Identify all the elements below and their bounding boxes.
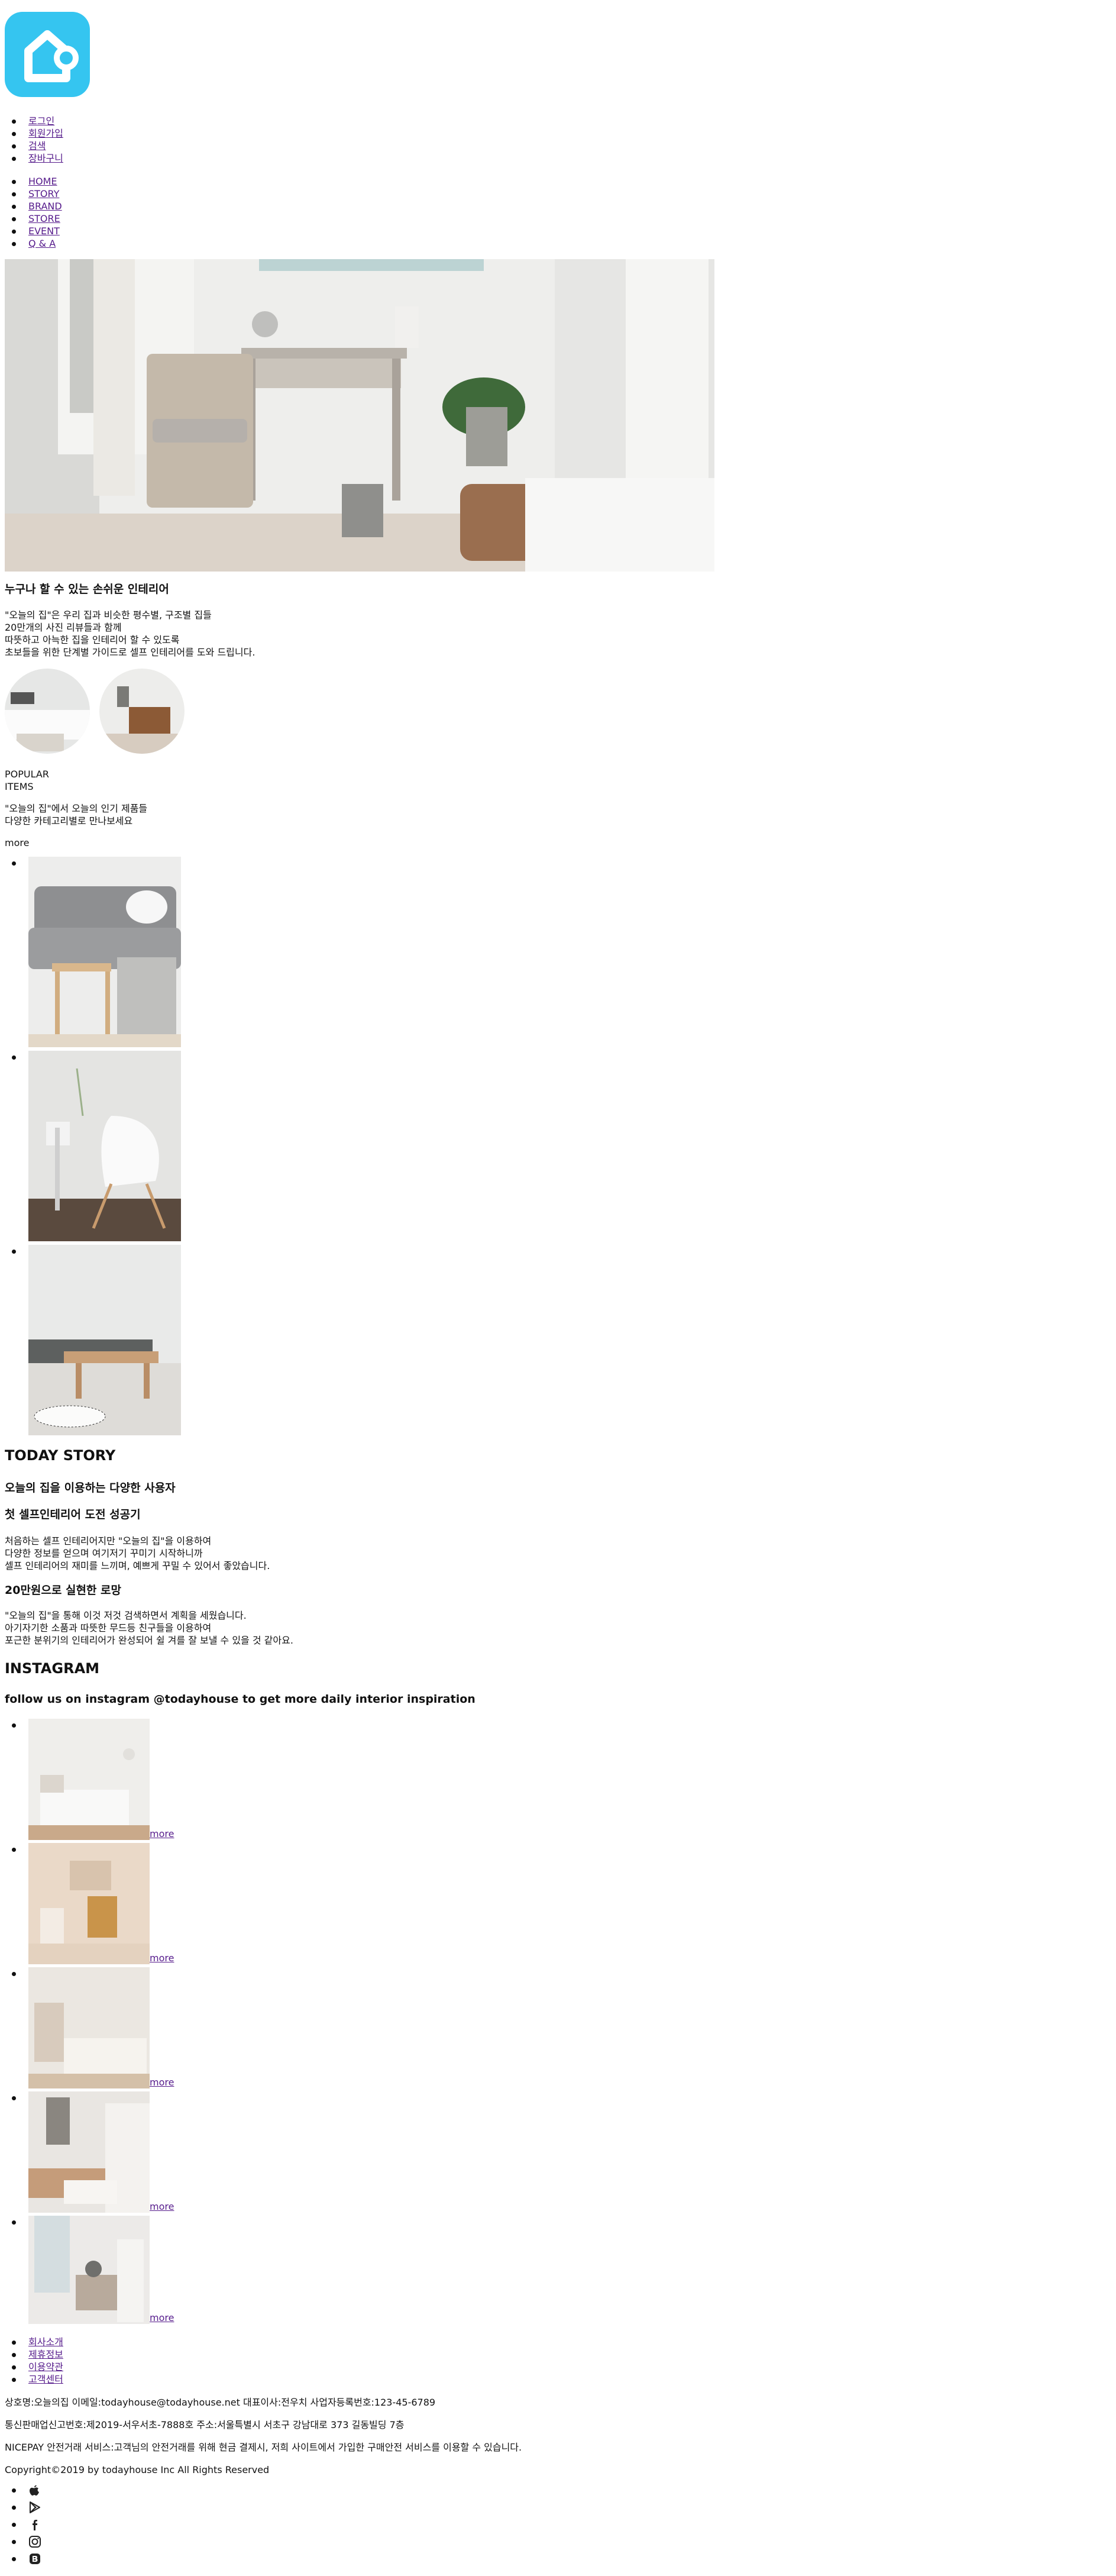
footer-link-item[interactable]: 회사소개: [12, 2336, 63, 2348]
search-link[interactable]: 검색: [28, 140, 46, 151]
story-heading: TODAY STORY: [5, 1447, 116, 1464]
post-line: 처음하는 셀프 인테리어지만 "오늘의 집"을 이용하여: [5, 1535, 212, 1547]
post-line: 포근한 분위기의 인테리어가 완성되어 쉴 겨를 잘 보낼 수 있을 것 같아요…: [5, 1635, 293, 1646]
post-title: 첫 셀프인테리어 도전 성공기: [5, 1508, 141, 1521]
apple-icon[interactable]: [28, 2484, 41, 2497]
post-line: 다양한 정보를 얻으며 여기저기 꾸미기 시작하니까: [5, 1548, 203, 1559]
top-link-login[interactable]: 로그인: [12, 115, 63, 127]
list-item[interactable]: more: [11, 1967, 174, 2091]
social-item[interactable]: [12, 2535, 41, 2552]
terms-link[interactable]: 이용약관: [28, 2361, 63, 2372]
product-image[interactable]: [28, 1051, 181, 1241]
nav-item-event[interactable]: EVENT: [12, 225, 62, 237]
popular-more[interactable]: more: [5, 837, 29, 849]
popular-label-line: ITEMS: [5, 781, 34, 792]
popular-label: POPULAR ITEMS: [5, 768, 49, 793]
post-line: 아기자기한 소품과 따뜻한 무드등 친구들을 이용하여: [5, 1622, 212, 1634]
intro-description: "오늘의 집"은 우리 집과 비슷한 평수별, 구조별 집들 20만개의 사진 …: [5, 609, 255, 658]
support-link[interactable]: 고객센터: [28, 2374, 63, 2385]
instagram-photo[interactable]: [28, 1719, 150, 1840]
nav-home[interactable]: HOME: [28, 176, 57, 187]
top-links: 로그인 회원가입 검색 장바구니: [12, 115, 63, 164]
instagram-photo[interactable]: [28, 1843, 150, 1964]
login-link[interactable]: 로그인: [28, 115, 54, 127]
nav-item-story[interactable]: STORY: [12, 188, 62, 200]
list-item[interactable]: more: [11, 2091, 174, 2216]
social-item[interactable]: [12, 2518, 41, 2535]
post-body: 처음하는 셀프 인테리어지만 "오늘의 집"을 이용하여 다양한 정보를 얻으며…: [5, 1535, 270, 1572]
list-item[interactable]: more: [11, 2216, 174, 2325]
nav-brand[interactable]: BRAND: [28, 201, 62, 212]
popular-label-line: POPULAR: [5, 769, 49, 780]
blog-icon[interactable]: [28, 2552, 41, 2565]
intro-line: "오늘의 집"은 우리 집과 비슷한 평수별, 구조별 집들: [5, 609, 212, 621]
popular-desc-line: 다양한 카테고리별로 만나보세요: [5, 815, 133, 827]
social-icons: [12, 2484, 41, 2569]
intro-title: 누구나 할 수 있는 손쉬운 인테리어: [5, 583, 169, 596]
product-image[interactable]: [28, 1245, 181, 1435]
more-link[interactable]: more: [150, 2077, 174, 2088]
footer-link-item[interactable]: 이용약관: [12, 2361, 63, 2373]
nav-story[interactable]: STORY: [28, 188, 59, 199]
nav-event[interactable]: EVENT: [28, 225, 60, 237]
intro-line: 20만개의 사진 리뷰들과 함께: [5, 622, 122, 633]
more-link[interactable]: more: [150, 2201, 174, 2212]
instagram-icon[interactable]: [28, 2535, 41, 2548]
main-nav: HOME STORY BRAND STORE EVENT Q & A: [12, 175, 62, 250]
post-body: "오늘의 집"을 통해 이것 저것 검색하면서 계획을 세웠습니다. 아기자기한…: [5, 1609, 293, 1647]
instagram-feed: more more more more more: [11, 1719, 174, 2325]
popular-description: "오늘의 집"에서 오늘의 인기 제품들 다양한 카테고리별로 만나보세요: [5, 802, 147, 827]
post-title: 20만원으로 실현한 로망: [5, 1584, 121, 1597]
product-image[interactable]: [28, 857, 181, 1047]
story-subheading: 오늘의 집을 이용하는 다양한 사용자: [5, 1481, 176, 1494]
nav-item-home[interactable]: HOME: [12, 175, 62, 188]
post-line: "오늘의 집"을 통해 이것 저것 검색하면서 계획을 세웠습니다.: [5, 1610, 247, 1621]
instagram-photo[interactable]: [28, 1967, 150, 2088]
nav-qna[interactable]: Q & A: [28, 238, 56, 249]
circle-image[interactable]: [99, 669, 185, 754]
nav-item-brand[interactable]: BRAND: [12, 200, 62, 212]
footer-link-item[interactable]: 고객센터: [12, 2373, 63, 2385]
footer-links: 회사소개 제휴정보 이용약관 고객센터: [12, 2336, 63, 2385]
nav-item-store[interactable]: STORE: [12, 212, 62, 225]
house-logo-icon[interactable]: [5, 12, 90, 97]
popular-desc-line: "오늘의 집"에서 오늘의 인기 제품들: [5, 803, 148, 814]
copyright: Copyright©2019 by todayhouse Inc All Rig…: [5, 2464, 270, 2475]
instagram-photo[interactable]: [28, 2091, 150, 2213]
circle-image[interactable]: [5, 669, 90, 754]
social-item[interactable]: [12, 2552, 41, 2569]
instagram-heading: INSTAGRAM: [5, 1660, 100, 1677]
top-link-cart[interactable]: 장바구니: [12, 152, 63, 164]
social-item[interactable]: [12, 2501, 41, 2518]
list-item[interactable]: more: [11, 1843, 174, 1967]
instagram-photo[interactable]: [28, 2216, 150, 2324]
partnership-link[interactable]: 제휴정보: [28, 2349, 63, 2360]
nav-store[interactable]: STORE: [28, 213, 60, 224]
company-address: 통신판매업신고번호:제2019-서우서초-7888호 주소:서울특별시 서초구 …: [5, 2419, 405, 2430]
google-play-icon[interactable]: [28, 2501, 41, 2514]
hero-image: [5, 259, 714, 572]
company-info: 상호명:오늘의집 이메일:todayhouse@todayhouse.net 대…: [5, 2397, 436, 2408]
company-link[interactable]: 회사소개: [28, 2336, 63, 2348]
signup-link[interactable]: 회원가입: [28, 128, 63, 139]
top-link-signup[interactable]: 회원가입: [12, 127, 63, 140]
post-line: 셀프 인테리어의 재미를 느끼며, 예쁘게 꾸밀 수 있어서 좋았습니다.: [5, 1560, 270, 1571]
facebook-icon[interactable]: [28, 2518, 41, 2531]
social-item[interactable]: [12, 2484, 41, 2501]
more-link[interactable]: more: [150, 1828, 174, 1839]
nav-item-qna[interactable]: Q & A: [12, 237, 62, 250]
instagram-subheading: follow us on instagram @todayhouse to ge…: [5, 1693, 475, 1706]
top-link-search[interactable]: 검색: [12, 140, 63, 152]
intro-line: 따뜻하고 아늑한 집을 인테리어 할 수 있도록: [5, 634, 180, 645]
more-link[interactable]: more: [150, 1952, 174, 1964]
intro-line: 초보들을 위한 단계별 가이드로 셀프 인테리어를 도와 드립니다.: [5, 647, 255, 658]
list-item[interactable]: more: [11, 1719, 174, 1843]
more-link[interactable]: more: [150, 2312, 174, 2323]
footer-link-item[interactable]: 제휴정보: [12, 2348, 63, 2361]
cart-link[interactable]: 장바구니: [28, 153, 63, 164]
nicepay-notice: NICEPAY 안전거래 서비스:고객님의 안전거래를 위해 현금 결제시, 저…: [5, 2442, 522, 2453]
